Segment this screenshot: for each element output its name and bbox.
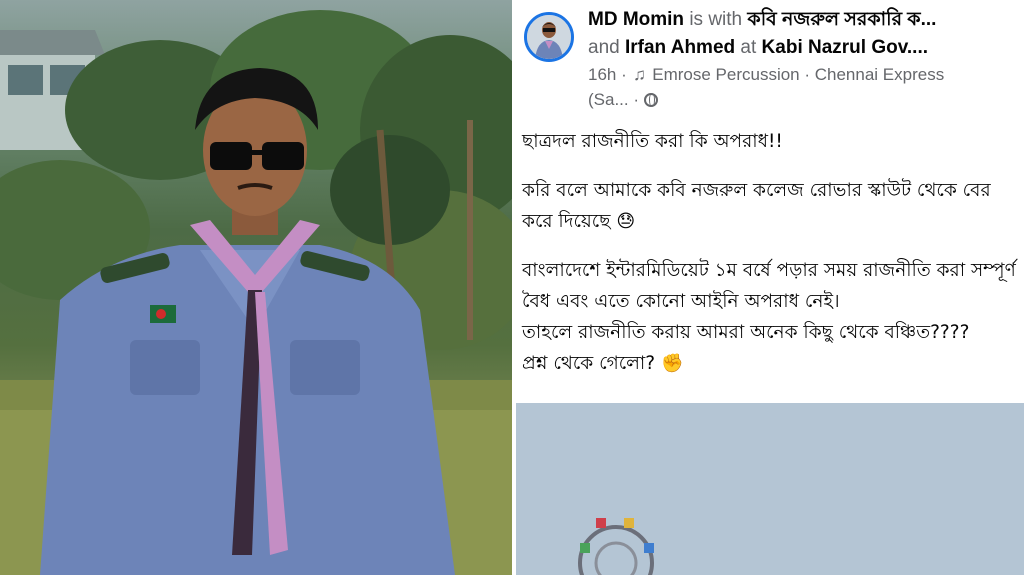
post-timestamp[interactable]: 16h xyxy=(588,65,616,84)
at-label: at xyxy=(740,37,757,58)
post-panel: MD Momin is with কবি নজরুল সরকারি ক... a… xyxy=(516,0,1024,575)
post-meta-line-2: (Sa... · xyxy=(588,87,1018,112)
tagged-page-link[interactable]: কবি নজরুল সরকারি ক... xyxy=(747,9,936,30)
author-name-link[interactable]: MD Momin xyxy=(588,9,684,30)
ferris-wheel-image xyxy=(516,403,1024,575)
globe-icon[interactable] xyxy=(643,93,658,107)
avatar-image-icon xyxy=(527,15,571,59)
post-body: ছাত্রদল রাজনীতি করা কি অপরাধ!! করি বলে আ… xyxy=(522,126,1018,397)
meta-separator-2: · xyxy=(633,90,640,109)
music-track-link[interactable]: Emrose Percussion · Chennai Express xyxy=(652,65,944,84)
post-paragraph-3: বাংলাদেশে ইন্টারমিডিয়েট ১ম বর্ষে পড়ার … xyxy=(522,255,1018,379)
paragraph-2-text: করি বলে আমাকে কবি নজরুল কলেজ রোভার স্কাউ… xyxy=(522,180,991,232)
tagged-user-link[interactable]: Irfan Ahmed xyxy=(625,37,735,58)
scout-photo-illustration xyxy=(0,10,512,575)
header-line-2: and Irfan Ahmed at Kabi Nazrul Gov.... xyxy=(588,34,1018,62)
post-paragraph-2: করি বলে আমাকে কবি নজরুল কলেজ রোভার স্কাউ… xyxy=(522,175,1018,237)
post-meta: 16h · ♫ Emrose Percussion · Chennai Expr… xyxy=(588,62,1018,87)
post-paragraph-1: ছাত্রদল রাজনীতি করা কি অপরাধ!! xyxy=(522,126,1018,157)
music-note-icon: ♫ xyxy=(633,65,646,84)
location-link[interactable]: Kabi Nazrul Gov.... xyxy=(762,37,928,58)
music-track-continued[interactable]: (Sa... xyxy=(588,90,629,109)
profile-photo[interactable] xyxy=(0,0,512,575)
and-label: and xyxy=(588,37,620,58)
meta-separator: · xyxy=(621,65,627,84)
paragraph-3-line-3: প্রশ্ন থেকে গেলো? xyxy=(522,353,656,374)
attached-image[interactable] xyxy=(516,403,1024,575)
paragraph-3-line-2: তাহলে রাজনীতি করায় আমরা অনেক কিছু থেকে … xyxy=(522,322,970,343)
author-avatar[interactable] xyxy=(524,12,574,62)
paragraph-1-text: ছাত্রদল রাজনীতি করা কি অপরাধ!! xyxy=(522,131,783,152)
header-line-1: MD Momin is with কবি নজরুল সরকারি ক... xyxy=(588,6,1018,34)
post-header: MD Momin is with কবি নজরুল সরকারি ক... a… xyxy=(588,6,1018,112)
with-label: is with xyxy=(689,9,743,30)
paragraph-3-line-1: বাংলাদেশে ইন্টারমিডিয়েট ১ম বর্ষে পড়ার … xyxy=(522,260,1016,312)
sad-sweat-emoji-icon: 😓 xyxy=(616,211,636,232)
raised-fist-emoji-icon: ✊ xyxy=(661,353,684,374)
